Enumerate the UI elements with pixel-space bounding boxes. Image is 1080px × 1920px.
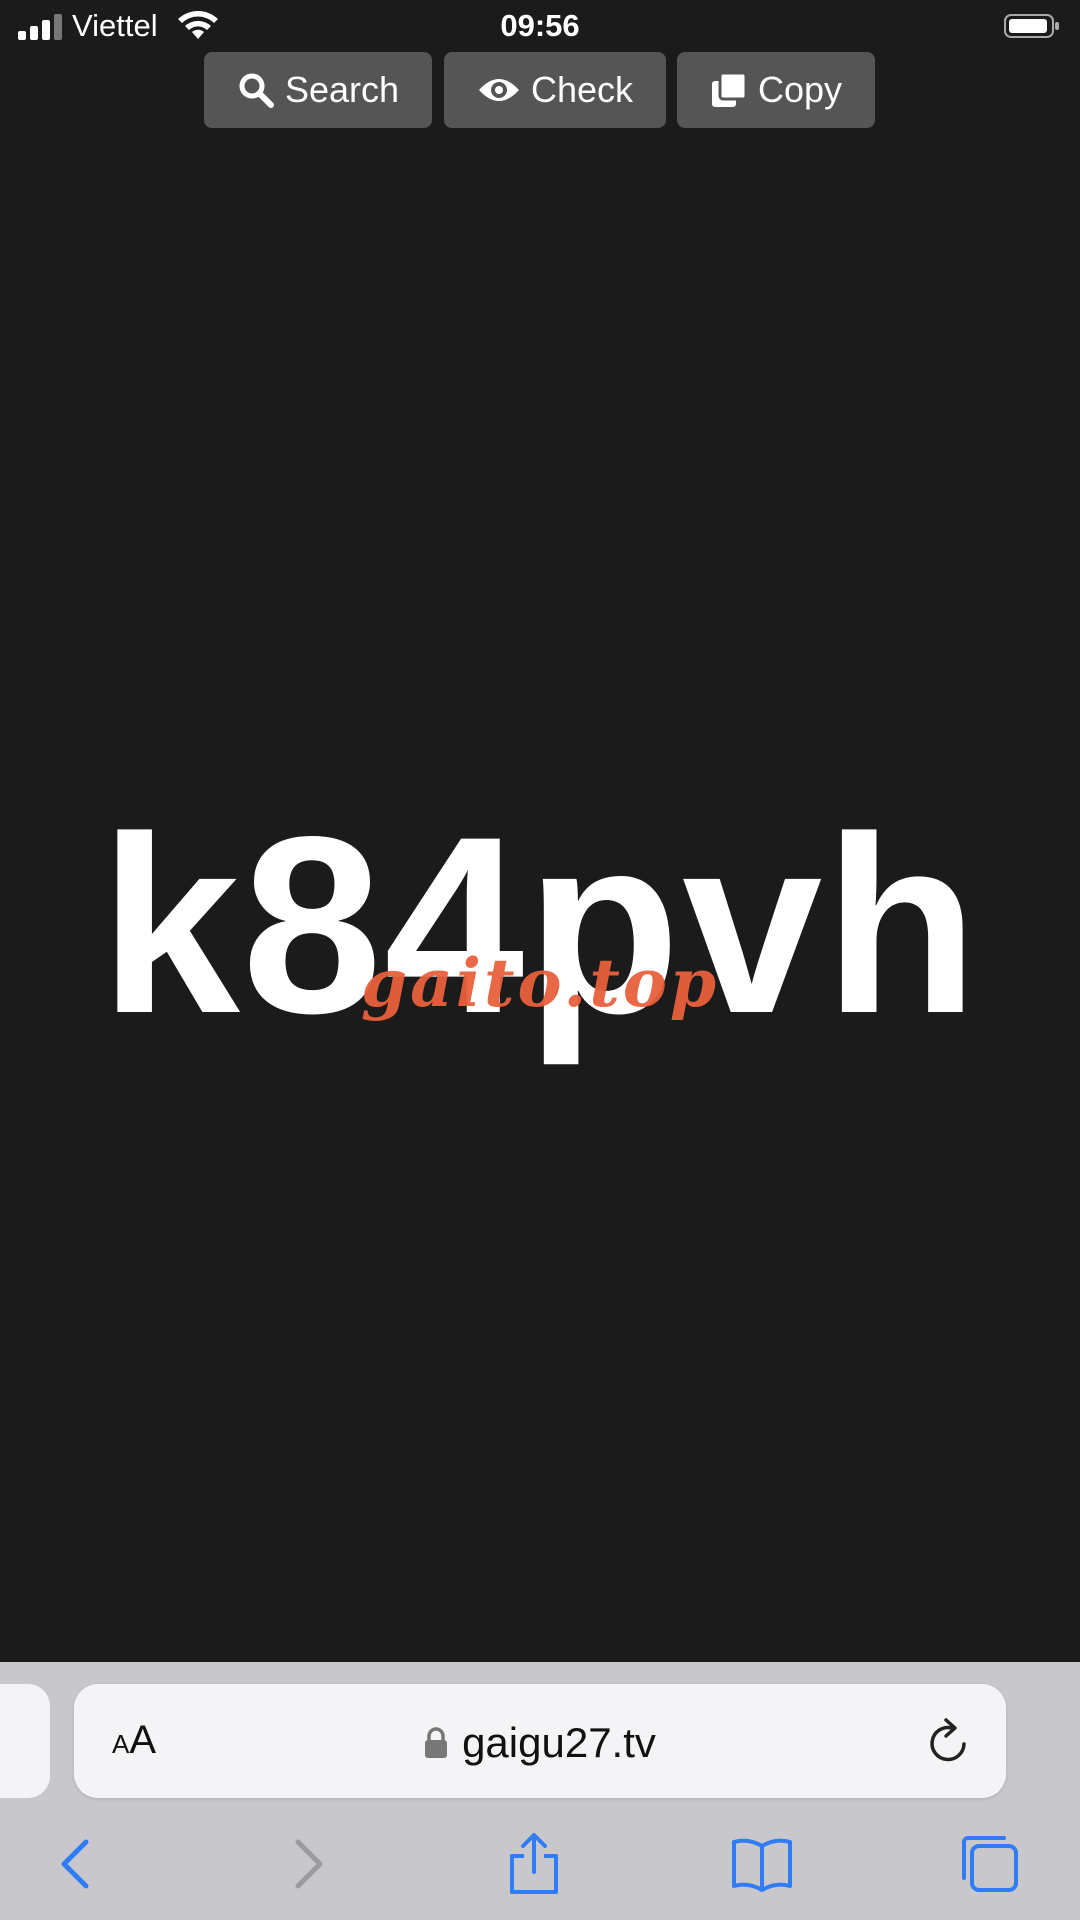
- watermark-text: gaito.top: [361, 944, 719, 1022]
- search-button[interactable]: Search: [204, 52, 432, 128]
- copy-icon: [711, 71, 748, 107]
- copy-button[interactable]: Copy: [677, 52, 875, 128]
- share-icon[interactable]: [502, 1832, 566, 1896]
- copy-button-label: Copy: [757, 69, 843, 110]
- eye-icon: [478, 79, 519, 101]
- search-icon: [239, 73, 274, 108]
- status-bar: Viettel 09:56: [0, 0, 1080, 54]
- reload-icon[interactable]: [926, 1716, 972, 1766]
- browser-bottom-bar: AA gaigu27.tv: [0, 1662, 1080, 1920]
- search-button-label: Search: [284, 69, 400, 110]
- previous-tab-peek[interactable]: [0, 1684, 50, 1798]
- url-display[interactable]: gaigu27.tv: [74, 1716, 1006, 1767]
- tabs-icon[interactable]: [958, 1832, 1022, 1896]
- battery-icon: [1004, 14, 1059, 38]
- url-text: gaigu27.tv: [462, 1718, 656, 1766]
- lock-icon: [425, 1727, 448, 1758]
- address-bar[interactable]: AA gaigu27.tv: [74, 1684, 1006, 1798]
- check-button[interactable]: Check: [444, 52, 666, 128]
- chevron-left-icon[interactable]: [44, 1832, 108, 1896]
- book-icon[interactable]: [730, 1832, 794, 1896]
- chevron-right-icon[interactable]: [276, 1832, 340, 1896]
- check-button-label: Check: [530, 69, 634, 110]
- clock: 09:56: [500, 8, 580, 43]
